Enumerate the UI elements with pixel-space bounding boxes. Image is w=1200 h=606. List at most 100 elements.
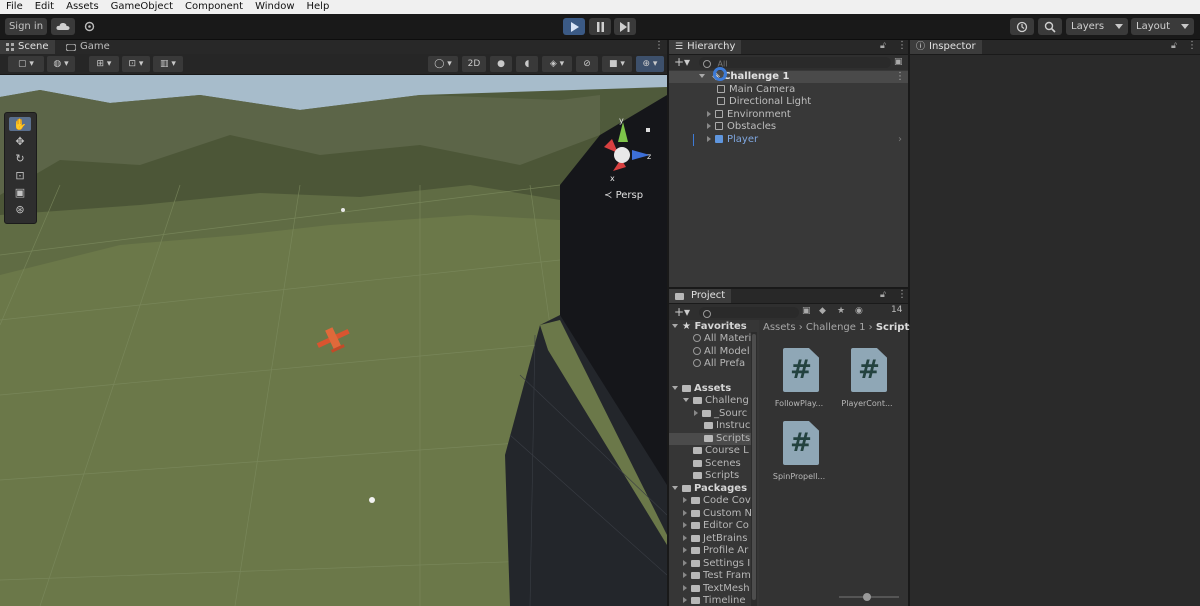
rotate-tool[interactable]: ↻ [9, 151, 31, 165]
scene-visibility-icon[interactable]: ▣ [894, 57, 903, 67]
menu-component[interactable]: Component [179, 0, 249, 14]
snap-increment-dropdown[interactable]: ⊡ ▾ [122, 56, 150, 72]
audio-dropdown[interactable]: ▥ ▾ [153, 56, 183, 72]
play-button[interactable] [563, 18, 585, 35]
hand-tool[interactable]: ✋ [9, 117, 31, 131]
script-asset[interactable]: # PlayerCont... [837, 348, 897, 418]
shading-dropdown[interactable]: ◯ ▾ [428, 56, 458, 72]
hierarchy-item[interactable]: Directional Light [669, 96, 908, 108]
collab-button[interactable] [79, 18, 99, 35]
menu-file[interactable]: File [0, 0, 29, 14]
lock-icon[interactable]: 🔓︎ [1171, 41, 1177, 51]
folder-item[interactable]: Course L [669, 445, 753, 457]
lighting-toggle[interactable]: ● [490, 56, 512, 72]
hierarchy-item[interactable]: Main Camera [669, 84, 908, 96]
gizmos-dropdown[interactable]: ⊕ ▾ [636, 56, 664, 72]
folder-item[interactable]: Challeng [669, 395, 753, 407]
cloud-button[interactable] [51, 18, 75, 35]
toggle-2d-button[interactable]: 2D [462, 56, 486, 72]
icon-size-slider[interactable] [839, 593, 899, 601]
menu-edit[interactable]: Edit [29, 0, 60, 14]
favorite-item[interactable]: All Materi [669, 333, 753, 345]
folder-item[interactable]: Scenes [669, 458, 753, 470]
more-options-icon[interactable]: ⋮ [1187, 40, 1197, 54]
package-item[interactable]: Code Cov [669, 495, 753, 507]
menu-window[interactable]: Window [249, 0, 300, 14]
favorite-icon[interactable]: ★ [837, 306, 845, 316]
filter-type-icon[interactable]: ▣ [802, 306, 811, 316]
globe-dropdown[interactable]: ◍ ▾ [47, 56, 75, 72]
project-search-input[interactable] [699, 307, 799, 318]
tab-project[interactable]: Project [669, 289, 732, 303]
breadcrumb-challenge[interactable]: Challenge 1 [806, 322, 866, 333]
hierarchy-item[interactable]: Obstacles [669, 121, 908, 133]
hierarchy-item[interactable]: Player › [669, 134, 908, 146]
projection-toggle[interactable]: ≺ Persp [604, 190, 643, 201]
lock-icon[interactable]: 🔓︎ [880, 290, 886, 300]
packages-header[interactable]: Packages [669, 483, 751, 495]
package-item[interactable]: Custom N [669, 508, 753, 520]
assets-header[interactable]: Assets [669, 383, 751, 395]
favorite-item[interactable]: All Model [669, 346, 753, 358]
package-item[interactable]: Editor Co [669, 520, 753, 532]
chevron-right-icon[interactable]: › [898, 134, 902, 146]
package-item[interactable]: TextMesh [669, 583, 753, 595]
more-options-icon[interactable]: ⋮ [897, 40, 907, 54]
tab-hierarchy[interactable]: ☰ Hierarchy [669, 40, 742, 54]
script-asset[interactable]: # SpinPropell... [769, 421, 829, 491]
lock-icon[interactable]: 🔓︎ [880, 41, 886, 51]
script-asset[interactable]: # FollowPlay... [769, 348, 829, 418]
more-options-icon[interactable]: ⋮ [654, 40, 664, 54]
package-item[interactable]: Profile Ar [669, 545, 753, 557]
hierarchy-item[interactable]: Environment [669, 109, 908, 121]
sign-in-button[interactable]: Sign in [5, 18, 47, 35]
visibility-icon[interactable]: ◉ [855, 306, 863, 316]
orientation-gizmo[interactable]: y z x [596, 117, 662, 197]
create-button[interactable]: +▾ [674, 305, 690, 319]
favorite-item[interactable]: All Prefa [669, 358, 753, 370]
package-item[interactable]: Test Fram [669, 570, 753, 582]
search-button[interactable] [1038, 18, 1062, 35]
camera-dropdown[interactable]: ■ ▾ [602, 56, 632, 72]
add-button[interactable]: +▾ [674, 55, 690, 69]
audio-toggle[interactable]: ◖ [516, 56, 538, 72]
draw-mode-dropdown[interactable]: ▢ ▾ [8, 56, 44, 72]
folder-item-selected[interactable]: Scripts [669, 433, 753, 445]
grid-snap-dropdown[interactable]: ⊞ ▾ [89, 56, 119, 72]
tab-scene[interactable]: Scene [0, 40, 55, 54]
step-button[interactable] [614, 18, 636, 35]
layers-dropdown[interactable]: Layers [1066, 18, 1128, 35]
transform-tool[interactable]: ⊛ [9, 202, 31, 216]
tree-scroll-thumb[interactable] [752, 334, 756, 600]
effects-dropdown[interactable]: ◈ ▾ [542, 56, 572, 72]
rect-tool[interactable]: ▣ [9, 185, 31, 199]
pause-button[interactable] [589, 18, 611, 35]
scale-tool[interactable]: ⊡ [9, 168, 31, 182]
package-item[interactable]: Settings I [669, 558, 753, 570]
slider-thumb[interactable] [863, 593, 871, 601]
breadcrumb-assets[interactable]: Assets [763, 322, 796, 333]
package-item[interactable]: Timeline [669, 595, 753, 606]
folder-item[interactable]: Instruc [669, 420, 753, 432]
more-options-icon[interactable]: ⋮ [897, 289, 907, 303]
layout-dropdown[interactable]: Layout [1131, 18, 1194, 35]
menu-help[interactable]: Help [301, 0, 336, 14]
move-tool[interactable]: ✥ [9, 134, 31, 148]
favorites-header[interactable]: ★ Favorites [669, 321, 751, 333]
menu-gameobject[interactable]: GameObject [105, 0, 179, 14]
menu-assets[interactable]: Assets [60, 0, 105, 14]
visibility-toggle[interactable]: ⊘ [576, 56, 598, 72]
scene-row[interactable]: ◈ Challenge 1 ⋮ [669, 71, 908, 83]
tree-scrollbar[interactable] [751, 332, 757, 606]
filter-label-icon[interactable]: ◆ [819, 306, 826, 316]
play-icon [570, 21, 579, 32]
scene-viewport[interactable]: ✋ ✥ ↻ ⊡ ▣ ⊛ y z x ≺ Persp [0, 75, 667, 606]
tab-inspector[interactable]: ⓘ Inspector [910, 40, 982, 54]
folder-item[interactable]: _Sourc [669, 408, 753, 420]
folder-item[interactable]: Scripts [669, 470, 753, 482]
package-item[interactable]: JetBrains [669, 533, 753, 545]
tab-game[interactable]: Game [60, 40, 116, 54]
history-button[interactable] [1010, 18, 1034, 35]
hierarchy-search-input[interactable]: All [699, 57, 891, 69]
more-options-icon[interactable]: ⋮ [895, 71, 905, 83]
